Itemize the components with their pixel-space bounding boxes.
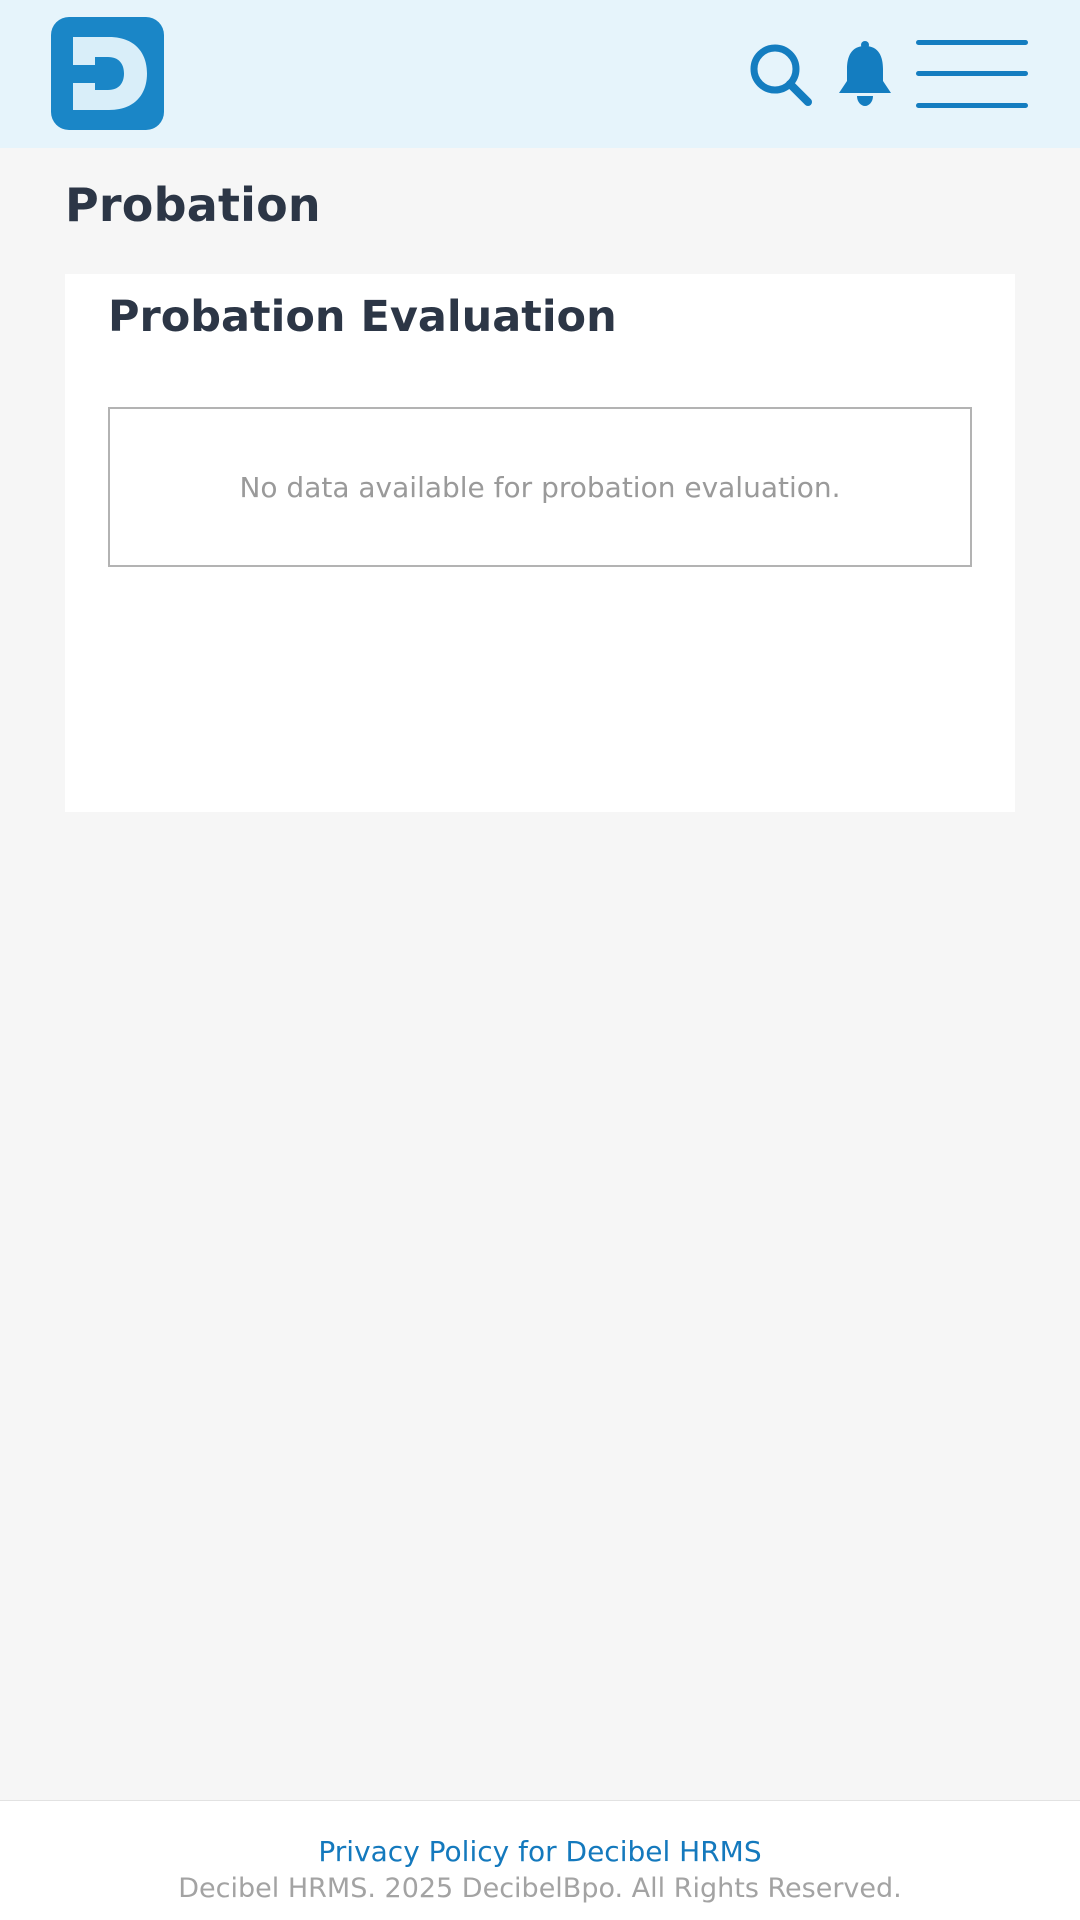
hamburger-menu-button[interactable] <box>916 40 1028 108</box>
hamburger-menu-icon <box>916 40 1028 45</box>
app-bar <box>0 0 1080 148</box>
page-title: Probation <box>65 178 321 232</box>
app-logo[interactable] <box>51 17 164 130</box>
logo-d-glyph <box>73 37 147 110</box>
card-title: Probation Evaluation <box>108 292 617 342</box>
hamburger-line <box>916 103 1028 108</box>
hamburger-line <box>916 71 1028 76</box>
footer: Privacy Policy for Decibel HRMS Decibel … <box>0 1800 1080 1920</box>
empty-state-message: No data available for probation evaluati… <box>239 470 841 504</box>
empty-state-box: No data available for probation evaluati… <box>108 407 972 567</box>
copyright-text: Decibel HRMS. 2025 DecibelBpo. All Right… <box>178 1873 902 1904</box>
search-button[interactable] <box>748 42 814 108</box>
bell-icon <box>839 41 891 106</box>
notifications-button[interactable] <box>836 40 894 108</box>
privacy-policy-link[interactable]: Privacy Policy for Decibel HRMS <box>0 1835 1080 1868</box>
probation-evaluation-card: Probation Evaluation No data available f… <box>65 274 1015 812</box>
search-icon <box>750 44 812 106</box>
